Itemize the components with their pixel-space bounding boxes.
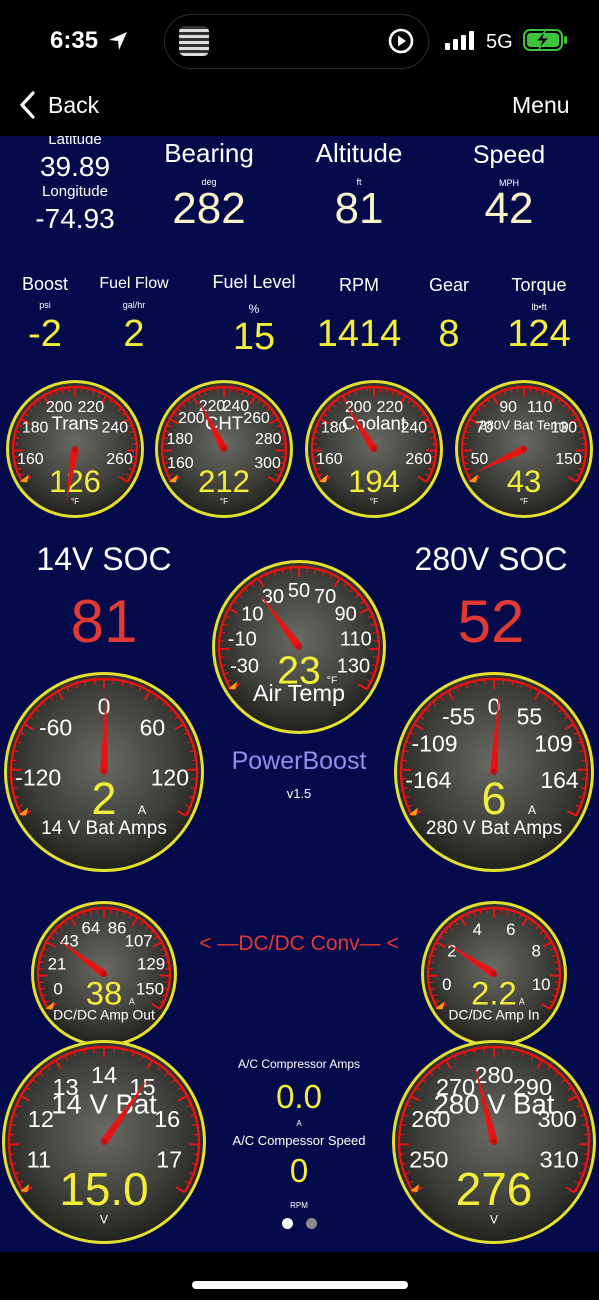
chevron-left-icon <box>20 91 35 119</box>
gauge-tick <box>502 1047 505 1053</box>
ac-speed-unit: RPM <box>290 1201 308 1210</box>
battery-charging-icon <box>523 29 567 51</box>
brand-version: v1.5 <box>286 786 312 801</box>
network-type: 5G <box>486 31 513 53</box>
signal-bars-icon <box>445 31 474 50</box>
gauge-tick-label: 250 <box>409 1146 448 1172</box>
soc-14v-value: 81 <box>70 588 138 655</box>
gauge-tick <box>399 1153 405 1156</box>
page-dot-2[interactable] <box>306 1218 317 1229</box>
ac-speed-label: A/C Compessor Speed <box>232 1133 366 1148</box>
gauge-value: 276 <box>456 1163 533 1215</box>
soc-280v-value: 52 <box>457 588 525 655</box>
ac-amps-label: A/C Compressor Amps <box>237 1057 361 1071</box>
gauge-tick <box>483 1047 486 1053</box>
dynamic-island <box>164 14 429 69</box>
gauge-title: 280 V Bat <box>434 1088 555 1119</box>
ac-speed-value: 0 <box>289 1152 309 1189</box>
dcdc-conv-label: < —DC/DC Conv— < <box>199 932 399 955</box>
soc-14v-label: 14V SOC <box>36 541 172 577</box>
back-button[interactable]: Back <box>14 86 106 126</box>
gauge-unit: V <box>490 1213 499 1227</box>
gauge-tick <box>583 1153 589 1156</box>
menu-button[interactable]: Menu <box>512 92 570 119</box>
status-time: 6:35 <box>50 27 99 54</box>
soc-280v-label: 280V SOC <box>414 541 568 577</box>
dashboard-panel: Latitude 39.89 Longitude -74.93 Bearing … <box>0 136 599 1252</box>
page-dot-1[interactable] <box>282 1218 293 1229</box>
brand-name: PowerBoost <box>231 747 367 775</box>
home-indicator[interactable] <box>192 1281 408 1289</box>
back-label: Back <box>48 92 100 118</box>
gauge-needle-hub <box>491 1139 497 1145</box>
location-arrow-icon <box>109 32 127 50</box>
play-circle-icon <box>388 28 414 54</box>
gauge-tick-label: 310 <box>540 1146 579 1172</box>
ac-amps-unit: A <box>296 1119 302 1128</box>
ac-amps-value: 0.0 <box>276 1078 322 1115</box>
now-playing-artwork-icon <box>179 26 209 56</box>
